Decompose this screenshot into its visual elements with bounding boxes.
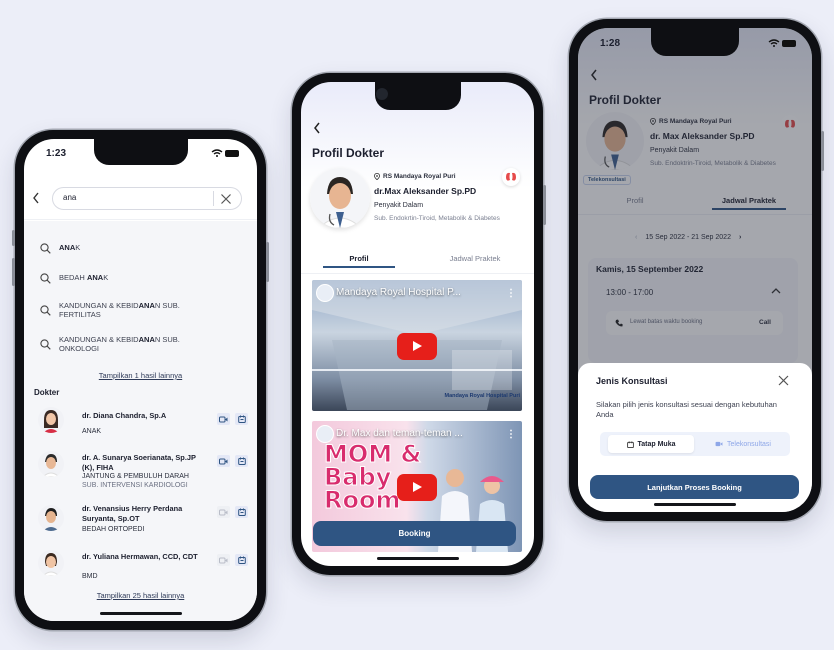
status-time: 1:23 <box>46 148 67 159</box>
more-options-icon[interactable]: ⋮ <box>506 429 516 440</box>
video-thumbnail[interactable]: Mandaya Royal Hospital P... ⋮ Mandaya Ro… <box>312 280 522 411</box>
avatar <box>38 451 64 477</box>
side-button <box>12 258 15 286</box>
home-indicator <box>654 503 736 506</box>
active-tab-indicator <box>323 266 395 268</box>
show-more-link[interactable]: Tampilkan 1 hasil lainnya <box>24 371 257 380</box>
doctor-specialty: ANAK <box>82 428 102 435</box>
home-indicator <box>99 612 182 615</box>
suggestion-item[interactable]: BEDAH ANAK <box>40 273 108 284</box>
doctor-specialty: BEDAH ORTOPEDI <box>82 526 145 533</box>
doctor-name: dr. Venansius Herry Perdana Suryanta, Sp… <box>82 504 183 523</box>
suggestion-text: ANAK <box>59 243 81 253</box>
channel-logo <box>316 284 334 302</box>
avatar <box>38 550 64 576</box>
hospital-visit-icon[interactable] <box>235 413 248 425</box>
status-icons <box>211 148 241 158</box>
video-call-icon[interactable] <box>217 455 230 467</box>
doctor-name: dr.Max Aleksander Sp.PD <box>374 186 477 196</box>
back-chevron-icon[interactable] <box>313 122 321 134</box>
front-camera <box>376 88 388 100</box>
search-icon <box>40 273 51 284</box>
avatar <box>38 407 64 433</box>
video-icon <box>715 441 723 447</box>
side-button <box>821 131 824 171</box>
doctor-specialty: Penyakit Dalam <box>374 202 424 209</box>
tab-profil[interactable]: Profil <box>323 254 395 263</box>
hospital-visit-icon[interactable] <box>235 554 248 566</box>
suggestion-item[interactable]: ANAK <box>40 243 80 254</box>
phone-search-screen: 1:23 ANAK BEDAH ANAK KANDUNGAN & KEBIDAN… <box>12 130 269 630</box>
sheet-description: Silakan pilih jenis konsultasi sesuai de… <box>596 400 777 420</box>
section-title: Dokter <box>34 388 60 397</box>
consultation-type-sheet: Jenis Konsultasi Silakan pilih jenis kon… <box>578 363 812 512</box>
avatar <box>38 505 64 531</box>
suggestion-item[interactable]: KANDUNGAN & KEBIDANAN SUB. ONKOLOGI <box>40 335 180 353</box>
side-button <box>266 242 269 282</box>
search-icon <box>40 305 51 316</box>
notch <box>93 139 188 165</box>
suggestion-text: KANDUNGAN & KEBIDANAN SUB. FERTILITAS <box>59 301 180 319</box>
status-icons <box>768 38 798 48</box>
side-button <box>543 185 546 225</box>
location-pin-icon <box>374 173 380 180</box>
close-icon[interactable] <box>778 375 789 386</box>
suggestion-item[interactable]: KANDUNGAN & KEBIDANAN SUB. FERTILITAS <box>40 301 180 319</box>
screen: 1:23 ANAK BEDAH ANAK KANDUNGAN & KEBIDAN… <box>24 139 257 621</box>
screen: Profil Dokter RS Mandaya Royal Puri dr.M… <box>301 82 534 566</box>
search-bar[interactable] <box>52 187 242 210</box>
clear-icon[interactable] <box>220 193 232 205</box>
doctor-list-item[interactable]: dr. A. Sunarya Soerianata, Sp.JP (K), FI… <box>38 449 248 497</box>
more-options-icon[interactable]: ⋮ <box>506 288 516 299</box>
doctor-subspecialty: Sub. Endokrtin-Tiroid, Metabolik & Diabe… <box>374 215 500 222</box>
doctor-list-item[interactable]: dr. Venansius Herry Perdana Suryanta, Sp… <box>38 501 248 545</box>
side-button <box>12 230 15 246</box>
hospital-visit-icon[interactable] <box>235 506 248 518</box>
video-watermark: Mandaya Royal Hospital Puri <box>444 393 521 399</box>
doctor-name: dr. A. Sunarya Soerianata, Sp.JP (K), FI… <box>82 453 196 472</box>
phone-schedule-screen: 1:28 Profil Dokter Telekonsultasi RS Man… <box>569 19 824 521</box>
option-telekonsultasi[interactable]: Telekonsultasi <box>700 435 786 453</box>
hospital-label: RS Mandaya Royal Puri <box>374 173 456 180</box>
doctor-name: dr. Diana Chandra, Sp.A <box>82 411 167 420</box>
video-call-icon[interactable] <box>217 413 230 425</box>
status-time: 1:28 <box>600 38 621 49</box>
doctor-list-item[interactable]: dr. Yuliana Hermawan, CCD, CDT BMD <box>38 548 248 588</box>
doctor-specialty: JANTUNG & PEMBULUH DARAH SUB. INTERVENSI … <box>82 473 189 490</box>
play-icon[interactable] <box>397 332 437 360</box>
doctor-list-item[interactable]: dr. Diana Chandra, Sp.A ANAK <box>38 405 248 445</box>
search-icon <box>40 243 51 254</box>
search-input[interactable] <box>63 193 203 202</box>
doctor-avatar <box>310 168 370 228</box>
home-indicator <box>376 557 459 560</box>
booking-button[interactable]: Booking <box>313 521 516 546</box>
doctor-name: dr. Yuliana Hermawan, CCD, CDT <box>82 552 198 561</box>
suggestion-text: BEDAH ANAK <box>59 273 109 283</box>
divider <box>301 273 534 274</box>
tab-jadwal-praktek[interactable]: Jadwal Praktek <box>436 254 514 263</box>
kidney-specialty-icon <box>502 168 520 186</box>
option-tatap-muka[interactable]: Tatap Muka <box>608 435 694 453</box>
play-icon[interactable] <box>397 473 437 501</box>
calendar-icon <box>626 440 634 448</box>
show-more-doctors-link[interactable]: Tampilkan 25 hasil lainnya <box>24 591 257 600</box>
back-chevron-icon[interactable] <box>32 192 40 204</box>
video-title: Dr. Max dan teman-teman ... <box>336 428 463 439</box>
chat-disabled-icon <box>217 554 230 566</box>
divider <box>213 191 214 206</box>
page-title: Profil Dokter <box>312 146 385 160</box>
chat-disabled-icon <box>217 506 230 518</box>
phone-profile-screen: Profil Dokter RS Mandaya Royal Puri dr.M… <box>292 73 546 575</box>
hospital-visit-icon[interactable] <box>235 455 248 467</box>
search-icon <box>40 339 51 350</box>
continue-booking-button[interactable]: Lanjutkan Proses Booking <box>590 475 799 499</box>
video-title: Mandaya Royal Hospital P... <box>336 287 461 298</box>
notch <box>651 28 739 56</box>
suggestion-text: KANDUNGAN & KEBIDANAN SUB. ONKOLOGI <box>59 335 180 353</box>
screen: 1:28 Profil Dokter Telekonsultasi RS Man… <box>578 28 812 512</box>
doctor-specialty: BMD <box>82 573 98 580</box>
sheet-title: Jenis Konsultasi <box>596 376 668 386</box>
